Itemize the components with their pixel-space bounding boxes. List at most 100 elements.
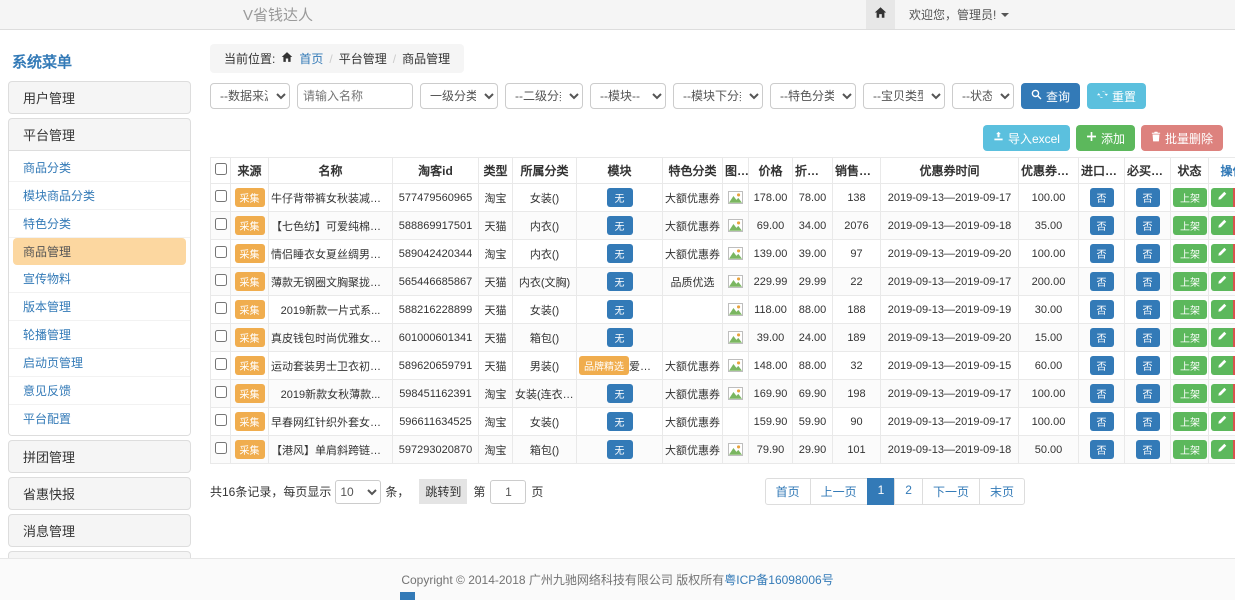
must-buy-toggle[interactable]: 否	[1136, 272, 1160, 291]
sidebar-item-6[interactable]: 轮播管理	[9, 321, 190, 349]
select-all-checkbox[interactable]	[215, 163, 227, 175]
table-row: 采集运动套装男士卫衣初秋...589620659791天猫男装()品牌精选爱上运…	[211, 352, 1235, 380]
reset-button[interactable]: 重置	[1087, 83, 1146, 109]
filter-item-type-select[interactable]: --宝贝类型--	[863, 83, 945, 109]
filter-feature-category-select[interactable]: --特色分类--	[770, 83, 856, 109]
batch-delete-button[interactable]: 批量删除	[1141, 125, 1223, 151]
jump-to-button[interactable]: 跳转到	[419, 479, 467, 504]
import-select-toggle[interactable]: 否	[1090, 216, 1114, 235]
status-button[interactable]: 上架	[1173, 244, 1207, 263]
filter-status-select[interactable]: --状态--	[952, 83, 1014, 109]
filter-data-source-select[interactable]: --数据来源--	[210, 83, 290, 109]
sidebar-item-7[interactable]: 启动页管理	[9, 349, 190, 377]
import-select-toggle[interactable]: 否	[1090, 356, 1114, 375]
import-select-toggle[interactable]: 否	[1090, 384, 1114, 403]
status-button[interactable]: 上架	[1173, 412, 1207, 431]
edit-button[interactable]	[1211, 244, 1233, 263]
sidebar-item-2[interactable]: 特色分类	[9, 210, 190, 238]
must-buy-toggle[interactable]: 否	[1136, 440, 1160, 459]
sidebar-section-4[interactable]: 消息管理	[9, 515, 190, 546]
name-search-input[interactable]	[297, 83, 413, 109]
home-nav-button[interactable]	[866, 0, 895, 29]
sidebar-section-2[interactable]: 拼团管理	[9, 441, 190, 472]
must-buy-toggle[interactable]: 否	[1136, 384, 1160, 403]
import-select-toggle[interactable]: 否	[1090, 188, 1114, 207]
source-badge: 采集	[235, 356, 265, 375]
edit-button[interactable]	[1211, 216, 1233, 235]
import-select-toggle[interactable]: 否	[1090, 272, 1114, 291]
query-button[interactable]: 查询	[1021, 83, 1080, 109]
edit-button[interactable]	[1211, 272, 1233, 291]
sidebar-item-3[interactable]: 商品管理	[13, 238, 186, 265]
row-checkbox[interactable]	[215, 386, 227, 398]
icp-link[interactable]: 粤ICP备16098006号	[724, 571, 833, 588]
page-number-input[interactable]	[490, 480, 526, 504]
user-menu[interactable]: 欢迎您，管理员!	[909, 6, 1009, 23]
sidebar-section-3[interactable]: 省惠快报	[9, 478, 190, 509]
page-button-0[interactable]: 首页	[765, 478, 811, 505]
must-buy-toggle[interactable]: 否	[1136, 300, 1160, 319]
edit-button[interactable]	[1211, 300, 1233, 319]
page-button-5[interactable]: 末页	[979, 478, 1025, 505]
sidebar-section-1[interactable]: 平台管理	[9, 119, 190, 150]
status-button[interactable]: 上架	[1173, 272, 1207, 291]
import-select-toggle[interactable]: 否	[1090, 300, 1114, 319]
sidebar-item-0[interactable]: 商品分类	[9, 154, 190, 182]
row-checkbox[interactable]	[215, 330, 227, 342]
row-checkbox[interactable]	[215, 274, 227, 286]
sidebar-item-9[interactable]: 平台配置	[9, 405, 190, 432]
import-select-toggle[interactable]: 否	[1090, 440, 1114, 459]
must-buy-toggle[interactable]: 否	[1136, 216, 1160, 235]
filter-bar: --数据来源-- 一级分类 --二级分类-- --模块-- --模块下分类-- …	[210, 83, 1223, 109]
status-button[interactable]: 上架	[1173, 216, 1207, 235]
per-page-select[interactable]: 10	[335, 480, 381, 504]
import-excel-button[interactable]: 导入excel	[983, 125, 1070, 151]
filter-level1-category-select[interactable]: 一级分类	[420, 83, 498, 109]
must-buy-toggle[interactable]: 否	[1136, 188, 1160, 207]
status-button[interactable]: 上架	[1173, 356, 1207, 375]
row-checkbox[interactable]	[215, 246, 227, 258]
edit-button[interactable]	[1211, 384, 1233, 403]
status-button[interactable]: 上架	[1173, 440, 1207, 459]
page-button-3[interactable]: 2	[894, 478, 923, 505]
edit-button[interactable]	[1211, 412, 1233, 431]
row-checkbox[interactable]	[215, 442, 227, 454]
sidebar-item-5[interactable]: 版本管理	[9, 293, 190, 321]
row-checkbox[interactable]	[215, 302, 227, 314]
edit-button[interactable]	[1211, 188, 1233, 207]
must-buy-toggle[interactable]: 否	[1136, 412, 1160, 431]
must-buy-toggle[interactable]: 否	[1136, 244, 1160, 263]
import-select-toggle[interactable]: 否	[1090, 328, 1114, 347]
row-checkbox[interactable]	[215, 414, 227, 426]
edit-button[interactable]	[1211, 356, 1233, 375]
cell-price: 169.90	[749, 380, 793, 408]
home-icon	[874, 6, 887, 24]
edit-button[interactable]	[1211, 328, 1233, 347]
cell-camount: 100.00	[1019, 240, 1079, 268]
page-button-4[interactable]: 下一页	[922, 478, 980, 505]
row-checkbox[interactable]	[215, 358, 227, 370]
sidebar-section-0[interactable]: 用户管理	[9, 82, 190, 113]
row-checkbox[interactable]	[215, 218, 227, 230]
must-buy-toggle[interactable]: 否	[1136, 356, 1160, 375]
must-buy-toggle[interactable]: 否	[1136, 328, 1160, 347]
row-checkbox[interactable]	[215, 190, 227, 202]
sidebar-item-1[interactable]: 模块商品分类	[9, 182, 190, 210]
status-button[interactable]: 上架	[1173, 384, 1207, 403]
filter-level2-category-select[interactable]: --二级分类--	[505, 83, 583, 109]
filter-module-subcategory-select[interactable]: --模块下分类--	[673, 83, 763, 109]
add-button[interactable]: 添加	[1076, 125, 1135, 151]
status-button[interactable]: 上架	[1173, 188, 1207, 207]
import-select-toggle[interactable]: 否	[1090, 244, 1114, 263]
status-button[interactable]: 上架	[1173, 328, 1207, 347]
sidebar-item-8[interactable]: 意见反馈	[9, 377, 190, 405]
page-button-1[interactable]: 上一页	[810, 478, 868, 505]
import-select-toggle[interactable]: 否	[1090, 412, 1114, 431]
status-button[interactable]: 上架	[1173, 300, 1207, 319]
edit-button[interactable]	[1211, 440, 1233, 459]
page-button-2[interactable]: 1	[867, 478, 896, 505]
filter-module-select[interactable]: --模块--	[590, 83, 666, 109]
sidebar-item-4[interactable]: 宣传物料	[9, 265, 190, 293]
cell-status: 上架	[1171, 436, 1209, 464]
breadcrumb-home-link[interactable]: 首页	[299, 50, 323, 67]
